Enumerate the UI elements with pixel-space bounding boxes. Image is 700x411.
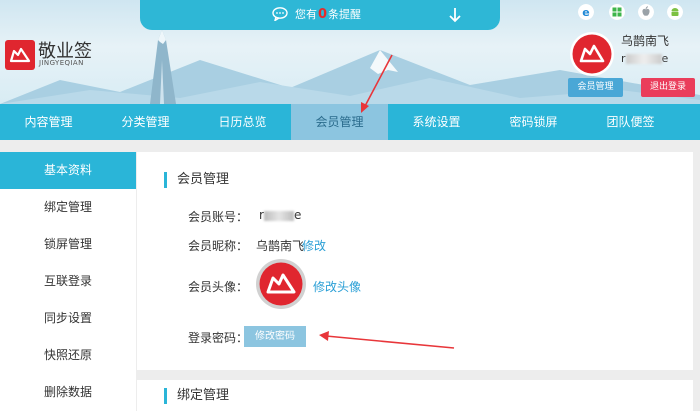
password-label: 登录密码： [188, 331, 249, 345]
nickname-value: 乌鹊南飞 [256, 239, 305, 253]
member-avatar [256, 259, 306, 309]
sidebar-item-basic-info[interactable]: 基本资料 [0, 152, 136, 189]
logo-icon [5, 40, 35, 70]
sidebar-item-connected-login[interactable]: 互联登录 [0, 263, 136, 300]
account-label: 会员账号： [188, 210, 249, 224]
notification-bar[interactable]: 您有0条提醒 [140, 0, 500, 30]
main-nav: 内容管理 分类管理 日历总览 会员管理 系统设置 密码锁屏 团队便签 [0, 104, 700, 140]
sidebar-item-lock-screen[interactable]: 锁屏管理 [0, 226, 136, 263]
android-icon[interactable] [667, 4, 683, 20]
redacted-text [625, 54, 662, 64]
arrow-down-icon[interactable] [448, 7, 462, 23]
windows-icon[interactable] [609, 4, 625, 20]
user-avatar[interactable] [570, 32, 614, 76]
nav-calendar-overview[interactable]: 日历总览 [194, 104, 291, 140]
change-password-button[interactable]: 修改密码 [244, 326, 306, 347]
account-value: re [259, 208, 302, 222]
apple-icon[interactable] [638, 4, 654, 20]
section-title: 会员管理 [164, 172, 229, 188]
sidebar: 基本资料 绑定管理 锁屏管理 互联登录 同步设置 快照还原 删除数据 [0, 152, 136, 411]
nav-content-management[interactable]: 内容管理 [0, 104, 97, 140]
edit-avatar-link[interactable]: 修改头像 [313, 278, 361, 295]
notification-count: 0 [318, 7, 328, 22]
brand-subtitle: JINGYEQIAN [39, 59, 84, 67]
main-panel: 会员管理 会员账号： re 会员昵称： 乌鹊南飞 修改 会员头像： 修改头像 登… [137, 152, 693, 411]
svg-text:e: e [582, 6, 589, 19]
nav-member-management[interactable]: 会员管理 [291, 104, 388, 140]
notification-text: 您有0条提醒 [295, 7, 362, 22]
sidebar-item-delete-data[interactable]: 删除数据 [0, 374, 136, 411]
logout-button[interactable]: 退出登录 [641, 78, 695, 97]
redacted-text [263, 210, 294, 221]
nav-category-management[interactable]: 分类管理 [97, 104, 194, 140]
binding-section-title: 绑定管理 [164, 388, 229, 404]
avatar-label: 会员头像： [188, 280, 249, 294]
member-management-button[interactable]: 会员管理 [568, 78, 623, 97]
nav-password-lock[interactable]: 密码锁屏 [485, 104, 582, 140]
user-nickname: 乌鹊南飞 [621, 34, 670, 48]
sidebar-item-snapshot-restore[interactable]: 快照还原 [0, 337, 136, 374]
sidebar-item-binding[interactable]: 绑定管理 [0, 189, 136, 226]
user-account: re [621, 52, 669, 65]
header: 您有0条提醒 敬业签 JINGYEQIAN e 乌鹊南飞 re 会员管理 退出登… [0, 0, 700, 104]
nickname-label: 会员昵称： [188, 239, 249, 253]
nav-system-settings[interactable]: 系统设置 [388, 104, 485, 140]
nav-team-notes[interactable]: 团队便签 [582, 104, 679, 140]
ie-icon[interactable]: e [578, 4, 594, 20]
edit-nickname-link[interactable]: 修改 [302, 237, 326, 254]
sidebar-item-sync-settings[interactable]: 同步设置 [0, 300, 136, 337]
chat-icon [272, 7, 288, 21]
section-divider [137, 370, 693, 380]
